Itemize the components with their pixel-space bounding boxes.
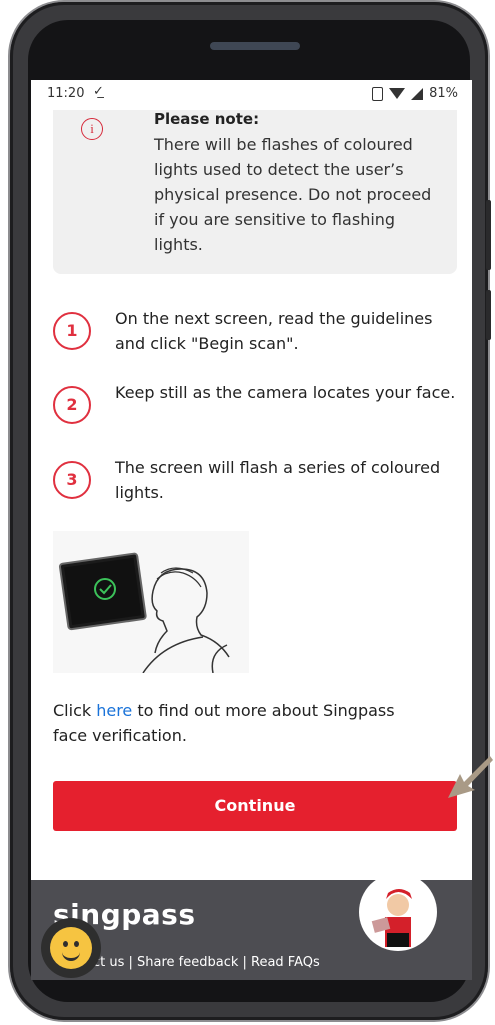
notice-body: There will be flashes of coloured lights… [154,135,432,254]
smiley-icon [50,927,92,969]
footer-links[interactable]: act us | Share feedback | Read FAQs [85,955,320,970]
more-info-prefix: Click [53,701,92,720]
flash-warning-notice: i Please note: There will be flashes of … [53,100,457,274]
step-number: 1 [53,312,91,350]
volume-button [486,200,491,270]
status-time: 11:20 [47,86,85,101]
notice-title: Please note: [154,110,260,128]
smiley-eye [74,941,79,947]
info-icon: i [81,118,103,140]
pointer-arrow-icon [444,752,494,802]
smiley-mouth [62,949,80,961]
chat-bot-button[interactable] [41,918,101,978]
more-info-text: Click here to find out more about Singpa… [53,698,413,748]
step-text: The screen will flash a series of colour… [115,458,441,502]
wifi-icon [389,88,406,99]
app-screen: 11:20 ✓̲ 81% i Please note: There will b… [31,80,472,980]
download-done-icon: ✓̲ [93,84,104,99]
face-scan-illustration [53,531,249,674]
mascot-avatar [359,873,437,951]
phone-speaker [210,42,300,50]
step-text: On the next screen, read the guidelines … [115,309,433,353]
step-text: Keep still as the camera locates your fa… [115,383,456,402]
status-icons: 81% [372,86,458,101]
cellular-icon [411,87,424,100]
continue-button[interactable]: Continue [53,781,457,831]
smiley-eye [63,941,68,947]
power-button [486,290,491,340]
vibrate-icon [372,86,384,101]
battery-level: 81% [429,86,458,101]
status-bar: 11:20 ✓̲ 81% [31,80,472,110]
step-number: 3 [53,461,91,499]
step-number: 2 [53,386,91,424]
more-info-link[interactable]: here [96,701,132,720]
